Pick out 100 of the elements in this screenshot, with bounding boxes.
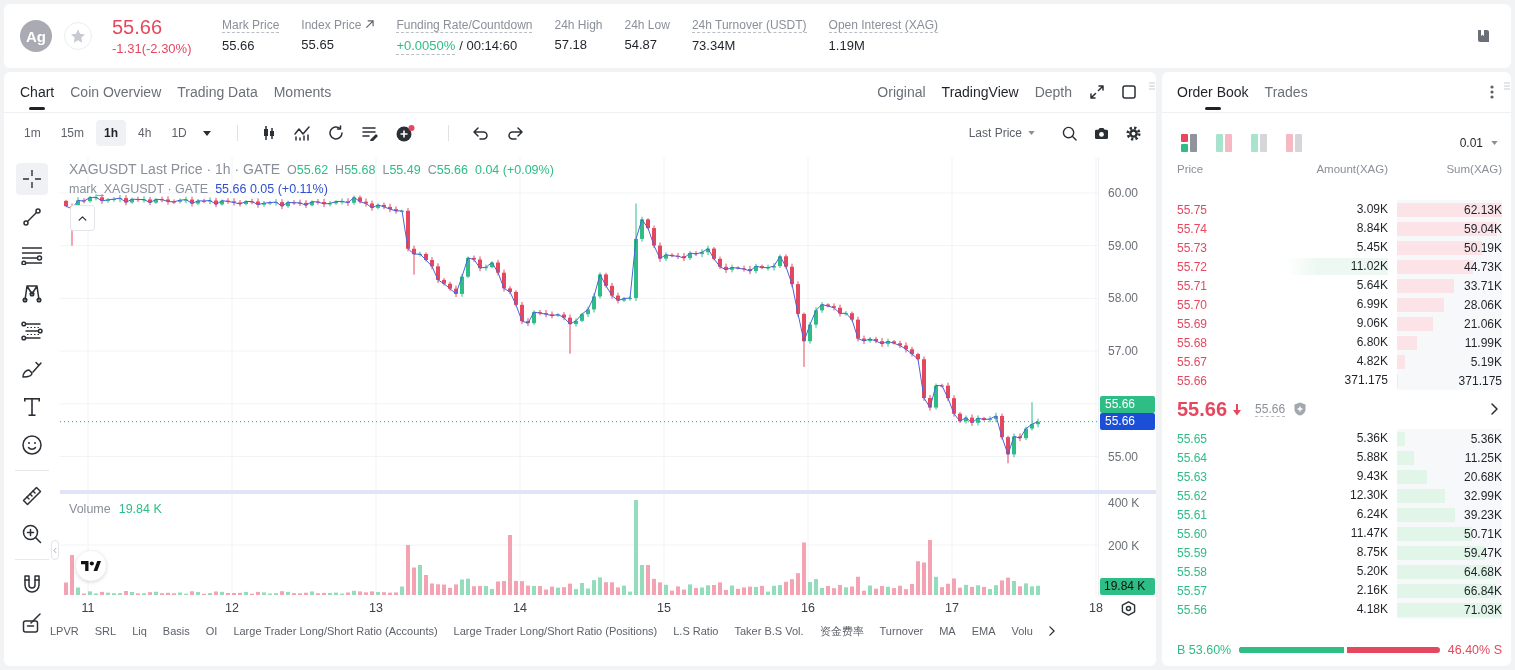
interval-button[interactable]: 1h (96, 120, 127, 146)
indicator-tab[interactable]: MA (939, 625, 956, 637)
buy-ratio: B 53.60% (1177, 643, 1232, 657)
precision-dropdown[interactable]: 0.01 (1459, 136, 1498, 150)
candlestick-icon[interactable] (261, 125, 276, 141)
indicator-tab[interactable]: Volu (1011, 625, 1033, 637)
stat-value: 55.65 (301, 36, 334, 53)
stat-value: 1.19M (828, 37, 865, 54)
indicator-tab[interactable]: EMA (971, 625, 996, 637)
funding-rate: +0.0050% (396, 37, 456, 55)
ohlc-value: H55.68 (335, 163, 376, 177)
template-icon[interactable] (361, 125, 378, 141)
countdown: / 00:14:60 (459, 38, 518, 54)
chart-tab[interactable]: Moments (273, 72, 332, 112)
drag-handle-icon[interactable] (1149, 82, 1155, 90)
chart-tab[interactable]: Chart (20, 72, 55, 112)
refresh-icon[interactable] (327, 125, 344, 141)
view-tab[interactable]: Depth (1034, 84, 1072, 100)
ohlc-value: O55.62 (287, 163, 329, 177)
indicator-tab[interactable]: Taker B.S Vol. (734, 625, 804, 637)
horizontal-lines-icon (21, 245, 43, 265)
price-source-dropdown[interactable]: Last Price (968, 126, 1035, 140)
last-price: 55.66 (1177, 397, 1228, 421)
sum-cell: 59.47K (1463, 545, 1502, 560)
amount-cell-text: 5.20K (1355, 563, 1388, 580)
stat-label: Mark Price (222, 17, 280, 33)
camera-icon[interactable] (1094, 126, 1109, 140)
price-cell-text: 55.60 (1177, 526, 1209, 541)
order-book-tab[interactable]: Order Book (1177, 72, 1249, 112)
indicator-tab[interactable]: 资金费率 (819, 623, 864, 639)
drag-handle-icon[interactable] (1504, 82, 1510, 90)
more-icon[interactable] (1490, 85, 1494, 99)
indicator-icon[interactable] (293, 125, 310, 141)
caret-down-icon[interactable] (202, 130, 211, 136)
view-tab[interactable]: Original (877, 84, 926, 100)
sum-cell: 64.68K (1463, 564, 1502, 579)
sum-cell: 33.71K (1463, 278, 1502, 293)
indicator-tab[interactable]: Basis (162, 625, 190, 637)
indicator-tab[interactable]: OI (205, 625, 218, 637)
arrow-up-right-icon[interactable] (365, 20, 375, 29)
search-icon[interactable] (1062, 125, 1077, 141)
price-cell-text: 55.61 (1177, 507, 1209, 522)
amount-cell-text: 4.82K (1355, 353, 1388, 370)
symbol-avatar: Ag (20, 20, 52, 52)
indicator-tab[interactable]: Large Trader Long/Short Ratio (Accounts) (233, 625, 438, 637)
add-circle-icon[interactable] (395, 124, 415, 142)
interval-button[interactable]: 15m (52, 120, 92, 146)
order-book-tab[interactable]: Trades (1264, 72, 1308, 112)
interval-button[interactable]: 1D (163, 120, 195, 146)
layout-split-icon[interactable] (1181, 134, 1197, 152)
indicator-tab[interactable]: SRL (94, 625, 117, 637)
indicator-tab[interactable]: Turnover (879, 625, 924, 637)
square-icon[interactable] (1122, 85, 1136, 99)
last-price: 55.66 (112, 16, 163, 38)
price-cell-text: 55.72 (1177, 259, 1209, 274)
indicator-tab[interactable]: LPVR (50, 625, 79, 637)
settings-icon[interactable] (1121, 601, 1136, 616)
sum-cell: 5.19K (1470, 354, 1502, 369)
indicator-tab[interactable]: Liq (132, 625, 147, 637)
amount-cell-text: 9.43K (1355, 468, 1388, 485)
amount-cell-text: 8.84K (1355, 220, 1388, 237)
indicator-tab[interactable]: Large Trader Long/Short Ratio (Positions) (453, 625, 658, 637)
price-cell-text: 55.71 (1177, 278, 1209, 293)
sum-cell: 371.175 (1458, 373, 1502, 388)
chart-tab[interactable]: Trading Data (177, 72, 258, 112)
pattern-icon (22, 283, 42, 303)
redo-icon[interactable] (506, 126, 523, 140)
volume-tick-label: 400 K (1108, 495, 1140, 511)
drawing-tool-button[interactable] (16, 163, 48, 195)
sum-cell: 62.13K (1463, 202, 1502, 217)
expand-icon[interactable] (1090, 85, 1104, 99)
view-tab[interactable]: TradingView (941, 84, 1019, 100)
interval-button[interactable]: 1m (16, 120, 49, 146)
sum-cell: 50.71K (1463, 526, 1502, 541)
caret-down-icon (1028, 131, 1035, 135)
amount-cell-text: 4.18K (1355, 601, 1388, 618)
chevron-left-icon (53, 546, 57, 554)
column-header: Amount(XAG) (1315, 163, 1388, 175)
undo-icon[interactable] (472, 126, 489, 140)
stat-value: 55.66 (222, 37, 255, 54)
collapse-button[interactable] (70, 205, 95, 231)
interval-button[interactable]: 4h (130, 120, 160, 146)
logo-icon[interactable] (76, 551, 106, 581)
price-cell-text: 55.64 (1177, 450, 1209, 465)
panel-handle[interactable] (51, 540, 59, 560)
chart-tab[interactable]: Coin Overview (70, 72, 162, 112)
stat-link[interactable]: Index Price (301, 17, 362, 32)
amount-cell-text: 6.80K (1355, 334, 1388, 351)
time-tick-label: 12 (225, 601, 239, 615)
book-icon[interactable] (1477, 29, 1491, 43)
price-cell-text: 55.56 (1177, 602, 1209, 617)
chevron-right-icon[interactable] (1048, 626, 1055, 636)
price-cell-text: 55.62 (1177, 488, 1209, 503)
indicator-tab[interactable]: L.S Ratio (673, 625, 719, 637)
settings-icon[interactable] (1126, 125, 1141, 141)
amount-cell-text: 5.45K (1355, 239, 1388, 256)
price-badge: 55.66 (1100, 396, 1155, 414)
sum-cell: 50.19K (1463, 240, 1502, 255)
price-change: -1.31(-2.30%) (112, 41, 192, 56)
chevron-right-icon[interactable] (1491, 403, 1498, 415)
